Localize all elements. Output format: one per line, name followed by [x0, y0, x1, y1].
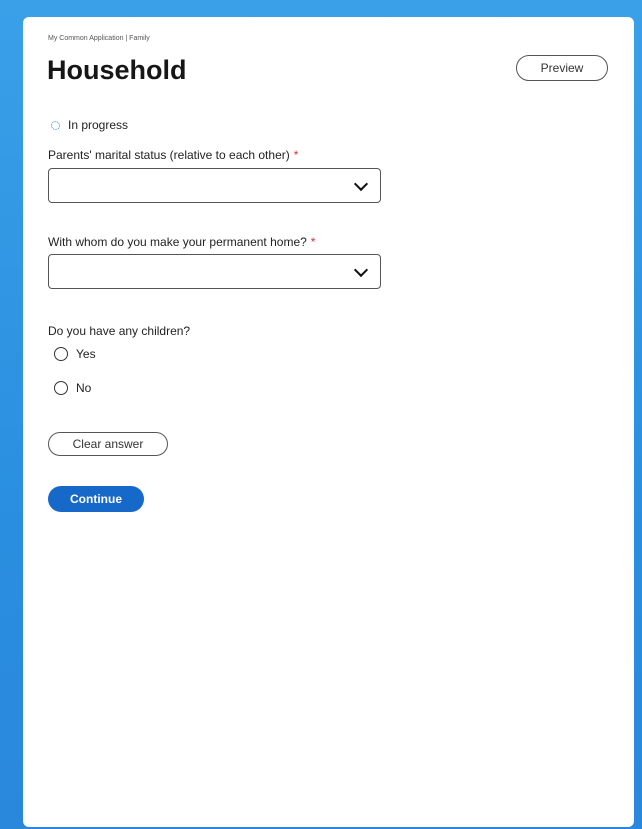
- required-marker: *: [293, 148, 299, 162]
- radio-unchecked-icon[interactable]: [54, 381, 68, 395]
- preview-button[interactable]: Preview: [516, 55, 608, 81]
- marital-status-label-text: Parents' marital status (relative to eac…: [48, 148, 290, 162]
- radio-label-yes: Yes: [76, 347, 96, 361]
- permanent-home-label-text: With whom do you make your permanent hom…: [48, 235, 307, 249]
- progress-circle-icon: [51, 120, 60, 130]
- continue-button[interactable]: Continue: [48, 486, 144, 512]
- page-title: Household: [47, 55, 187, 85]
- status-text: In progress: [68, 118, 129, 132]
- status-indicator: In progress: [51, 118, 128, 132]
- radio-label-no: No: [76, 381, 92, 395]
- clear-answer-button[interactable]: Clear answer: [48, 432, 168, 456]
- radio-option-yes[interactable]: Yes: [54, 347, 96, 361]
- chevron-down-icon: [353, 262, 369, 278]
- children-question: Do you have any children?: [48, 324, 191, 338]
- chevron-down-icon: [353, 176, 369, 192]
- radio-option-no[interactable]: No: [54, 381, 91, 395]
- required-marker: *: [310, 235, 316, 249]
- breadcrumb: My Common Application | Family: [48, 35, 150, 42]
- permanent-home-select[interactable]: [48, 254, 381, 289]
- marital-status-label: Parents' marital status (relative to eac…: [48, 148, 298, 162]
- marital-status-select[interactable]: [48, 168, 381, 203]
- radio-unchecked-icon[interactable]: [54, 347, 68, 361]
- main-card: My Common Application | Family Household…: [23, 17, 634, 827]
- permanent-home-label: With whom do you make your permanent hom…: [48, 235, 315, 249]
